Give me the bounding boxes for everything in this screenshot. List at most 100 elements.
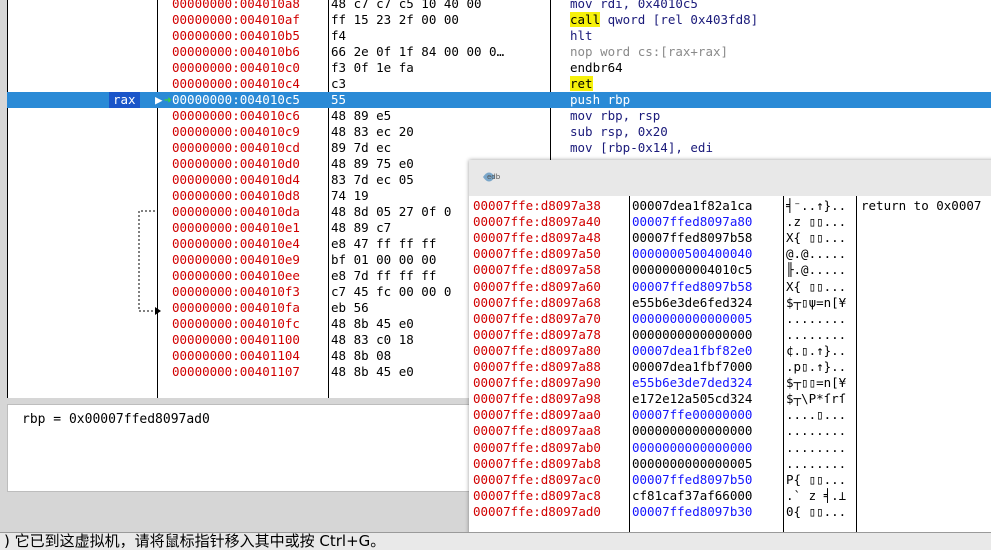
stack-row[interactable]: 00007ffe:d8097a68 e55b6e3de6fed324 $┬▯ψ=n[… (469, 295, 991, 311)
stack-row[interactable]: 00007ffe:d8097aa0 00007ffe00000000 ....▯..… (469, 407, 991, 423)
stack-row[interactable]: 00007ffe:d8097ad0 00007ffed8097b30 0{ ▯▯..… (469, 504, 991, 520)
disasm-address: 00000000:004010b5 (172, 28, 300, 43)
disasm-address: 00000000:004010e9 (172, 252, 300, 267)
stack-value: 0000000000000005 (632, 310, 753, 326)
stack-row[interactable]: 00007ffe:d8097ab8 0000000000000005.......… (469, 456, 991, 472)
stack-row[interactable]: 00007ffe:d8097a48 00007ffed8097b58 X{ ▯▯..… (469, 230, 991, 246)
stack-value: 00007ffe00000000 (632, 407, 753, 423)
stack-ascii: ╟.@..... (786, 262, 847, 278)
stack-row[interactable]: 00007ffe:d8097ab0 0000000000000000.......… (469, 440, 991, 456)
disasm-address: 00000000:004010cd (172, 140, 300, 155)
disasm-bytes: eb 56 (331, 300, 369, 315)
stack-value: 00007ffed8097b50 (632, 471, 753, 487)
stack-ascii: ........ (786, 439, 847, 455)
disasm-bytes: 48 8d 05 27 0f 0 (331, 204, 452, 219)
stack-address: 00007ffe:d8097ab8 (473, 455, 601, 471)
stack-row[interactable]: 00007ffe:d8097ac0 00007ffed8097b50 P{ ▯▯..… (469, 472, 991, 488)
disasm-address: 00000000:00401104 (172, 348, 300, 363)
stack-row[interactable]: 00007ffe:d8097a58 00000000004010c5 ╟.@....… (469, 262, 991, 278)
stack-address: 00007ffe:d8097a90 (473, 375, 601, 391)
stack-address: 00007ffe:d8097a88 (473, 359, 601, 374)
stack-value: 0000000000000005 (632, 455, 753, 471)
stack-ascii: ....▯... (786, 407, 847, 423)
disasm-bytes: 48 c7 c7 c5 10 40 00 (331, 0, 482, 11)
stack-value: 00007dea1fbf7000 (632, 359, 753, 374)
stack-value: cf81caf37af66000 (632, 487, 753, 503)
stack-row[interactable]: 00007ffe:d8097a98 e172e12a505cd324 $┬\P*ſr… (469, 391, 991, 407)
disasm-address: 00000000:004010fa (172, 300, 300, 315)
disasm-address: 00000000:004010c0 (172, 60, 300, 75)
disasm-instruction: sub rsp, 0x20 (570, 124, 668, 139)
stack-address: 00007ffe:d8097a80 (473, 342, 601, 358)
disasm-bytes: 48 8b 08 (331, 348, 392, 363)
stack-address: 00007ffe:d8097a50 (473, 246, 601, 262)
disasm-bytes: f3 0f 1e fa (331, 60, 414, 75)
disasm-address: 00000000:004010c4 (172, 76, 300, 91)
disasm-address: 00000000:004010c6 (172, 108, 300, 123)
disasm-address: 00000000:004010d0 (172, 156, 300, 171)
disasm-address: 00000000:004010a8 (172, 0, 300, 11)
stack-row[interactable]: 00007ffe:d8097a50 0000000500400040 @.@....… (469, 246, 991, 262)
stack-value: 00007ffed8097b30 (632, 503, 753, 519)
disasm-address: 00000000:004010da (172, 204, 300, 219)
stack-value: 00007ffed8097a80 (632, 214, 753, 230)
stack-address: 00007ffe:d8097a40 (473, 214, 601, 230)
disasm-address: 00000000:004010c9 (172, 124, 300, 139)
stack-value: e55b6e3de6fed324 (632, 294, 753, 310)
debugger-main: 00000000:004010a8 48 c7 c7 c5 10 40 00 mov… (0, 0, 991, 540)
stack-value: e172e12a505cd324 (632, 391, 753, 407)
disasm-address: 00000000:004010e1 (172, 220, 300, 235)
mnemonic-highlight: ret (570, 76, 593, 91)
stack-ascii: ¢.▯.↑}.. (786, 342, 847, 358)
disasm-address: 00000000:004010ee (172, 268, 300, 283)
disasm-address: 00000000:00401100 (172, 332, 300, 347)
disasm-instruction: push rbp (570, 92, 631, 107)
disasm-bytes: 48 8b 45 e0 (331, 316, 414, 331)
disasm-address: 00000000:004010c5 (172, 92, 300, 107)
stack-view-window[interactable]: edb 00007ffe:d8097a38 00007dea1f82a1ca ╡⁻.… (469, 160, 991, 540)
disasm-bytes: e8 47 ff ff ff (331, 236, 437, 251)
stack-value: 00007dea1fbf82e0 (632, 342, 753, 358)
disasm-address: 00000000:004010e4 (172, 236, 300, 251)
stack-address: 00007ffe:d8097a48 (473, 230, 601, 246)
disasm-bytes: 48 89 c7 (331, 220, 392, 235)
stack-ascii: P{ ▯▯... (786, 471, 847, 487)
disasm-address: 00000000:00401107 (172, 364, 300, 379)
stack-address: 00007ffe:d8097a78 (473, 326, 601, 342)
stack-value: 0000000000000000 (632, 326, 753, 342)
stack-row[interactable]: 00007ffe:d8097a40 00007ffed8097a80 .z ▯▯..… (469, 214, 991, 230)
stack-ascii: .` z ╡.⊥ (786, 487, 847, 503)
disasm-bytes: e8 7d ff ff ff (331, 268, 437, 283)
stack-row[interactable]: 00007ffe:d8097a60 00007ffed8097b58 X{ ▯▯..… (469, 279, 991, 295)
stack-address: 00007ffe:d8097ac0 (473, 471, 601, 487)
stack-row[interactable]: 00007ffe:d8097a80 00007dea1fbf82e0 ¢.▯.↑}.… (469, 343, 991, 359)
disasm-bytes: bf 01 00 00 00 (331, 252, 437, 267)
stack-value: 00007ffed8097b58 (632, 278, 753, 294)
stack-window-title: edb (487, 173, 501, 181)
stack-row[interactable]: 00007ffe:d8097a90 e55b6e3de7ded324 $┬▯▯=n[… (469, 375, 991, 391)
stack-address: 00007ffe:d8097aa0 (473, 407, 601, 423)
stack-row[interactable]: 00007ffe:d8097aa8 0000000000000000.......… (469, 423, 991, 439)
disasm-address: 00000000:004010d4 (172, 172, 300, 187)
stack-ascii: ╡⁻..↑}.. (786, 198, 847, 213)
stack-address: 00007ffe:d8097a98 (473, 391, 601, 407)
stack-address: 00007ffe:d8097ad0 (473, 503, 601, 519)
stack-value: e55b6e3de7ded324 (632, 375, 753, 391)
stack-ascii: ........ (786, 423, 847, 439)
stack-ascii: $┬\P*ſrſ (786, 391, 847, 407)
stack-value: 0000000500400040 (632, 246, 753, 262)
mnemonic-highlight: call (570, 12, 601, 27)
stack-address: 00007ffe:d8097a70 (473, 310, 601, 326)
stack-ascii: ........ (786, 310, 847, 326)
disasm-bytes: ff 15 23 2f 00 00 (331, 12, 459, 27)
stack-row[interactable]: 00007ffe:d8097a38 00007dea1f82a1ca ╡⁻..↑}.… (469, 198, 991, 214)
stack-row[interactable]: 00007ffe:d8097a88 00007dea1fbf7000 .p▯.↑}.… (469, 359, 991, 375)
disasm-bytes: 48 83 c0 18 (331, 332, 414, 347)
disasm-bytes: c7 45 fc 00 00 0 (331, 284, 452, 299)
stack-row[interactable]: 00007ffe:d8097a70 0000000000000005.......… (469, 311, 991, 327)
stack-value: 0000000000000000 (632, 439, 753, 455)
stack-row[interactable]: 00007ffe:d8097ac8 cf81caf37af66000 .` z ╡.… (469, 488, 991, 504)
vm-status-bar: ) 它已到这虚拟机，请将鼠标指针移入其中或按 Ctrl+G。 (0, 532, 991, 550)
disasm-instruction: mov rdi, 0x4010c5 (570, 0, 698, 11)
stack-row[interactable]: 00007ffe:d8097a78 0000000000000000.......… (469, 327, 991, 343)
